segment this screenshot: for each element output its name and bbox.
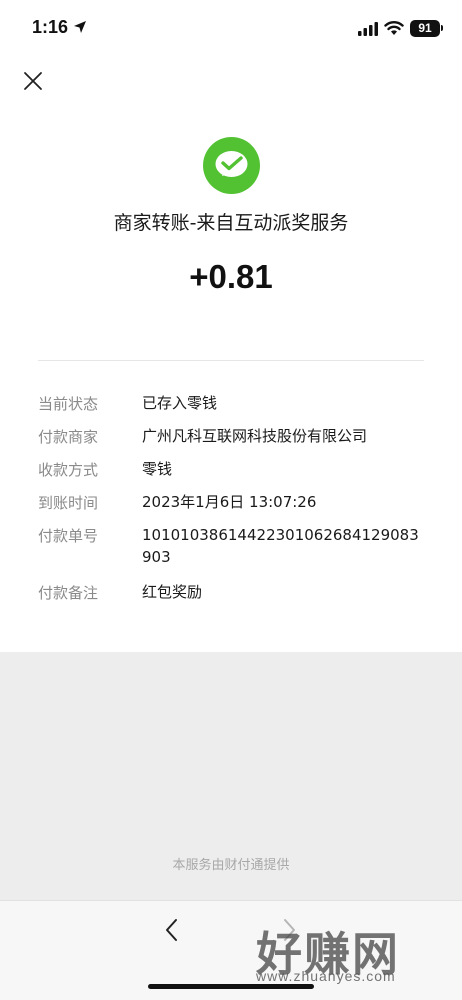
signal-icon [358, 22, 378, 36]
status-label: 当前状态 [38, 395, 99, 413]
receive-method-value: 零钱 [142, 460, 173, 478]
watermark-url: www.zhuanyes.com [256, 968, 396, 984]
transfer-amount: +0.81 [189, 258, 273, 295]
status-bar: 1:16 91 [0, 0, 462, 58]
arrival-time-label: 到账时间 [38, 494, 99, 512]
back-arrow-icon[interactable] [160, 916, 184, 944]
status-value: 已存入零钱 [142, 394, 218, 412]
remark-label: 付款备注 [38, 584, 99, 602]
receive-method-label: 收款方式 [38, 461, 99, 479]
order-number-label: 付款单号 [38, 527, 99, 545]
service-provider-note: 本服务由财付通提供 [172, 858, 290, 873]
status-time: 1:16 [32, 17, 69, 37]
order-number-value[interactable]: 10101038614422301062684129083903 [142, 524, 428, 568]
battery-icon: 91 [410, 20, 440, 37]
remark-value: 红包奖励 [142, 583, 203, 601]
close-icon[interactable] [22, 70, 44, 92]
wechat-pay-icon [203, 137, 260, 194]
divider [38, 360, 424, 361]
payer-value: 广州凡科互联网科技股份有限公司 [142, 427, 368, 445]
home-indicator[interactable] [148, 984, 314, 989]
transfer-title: 商家转账-来自互动派奖服务 [113, 212, 349, 234]
wifi-icon [384, 21, 404, 35]
payer-label: 付款商家 [38, 428, 99, 446]
arrival-time-value: 2023年1月6日 13:07:26 [142, 493, 317, 511]
location-arrow-icon [74, 21, 86, 33]
battery-tip [441, 25, 443, 31]
